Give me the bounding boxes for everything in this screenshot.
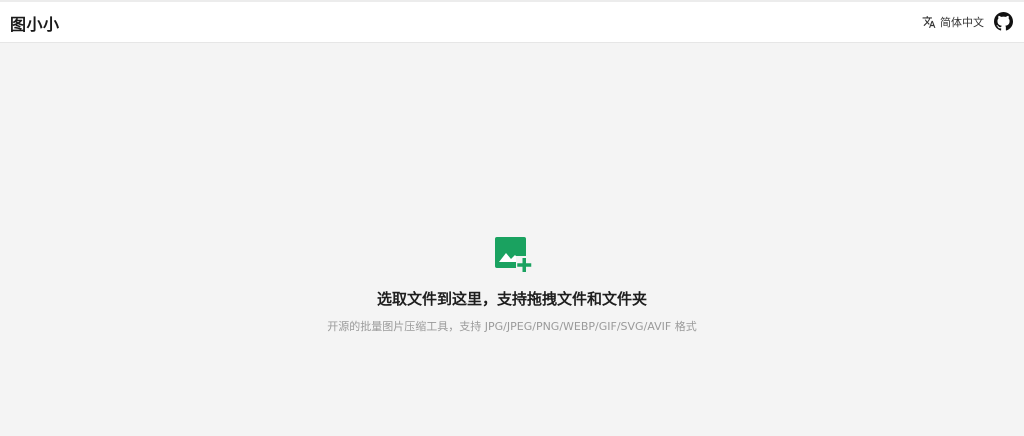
dropzone-title: 选取文件到这里，支持拖拽文件和文件夹 bbox=[376, 290, 647, 308]
github-icon[interactable] bbox=[994, 12, 1013, 31]
language-switch[interactable]: 简体中文 bbox=[922, 13, 984, 31]
header-top-line bbox=[0, 0, 1024, 2]
app-header: 图小小 简体中文 bbox=[0, 0, 1024, 43]
language-label: 简体中文 bbox=[940, 16, 984, 29]
app-logo[interactable]: 图小小 bbox=[10, 11, 60, 35]
translate-icon bbox=[922, 16, 936, 28]
dropzone-subtitle: 开源的批量图片压缩工具，支持 JPG/JPEG/PNG/WEBP/GIF/SVG… bbox=[327, 320, 697, 333]
image-add-icon[interactable] bbox=[494, 236, 532, 274]
